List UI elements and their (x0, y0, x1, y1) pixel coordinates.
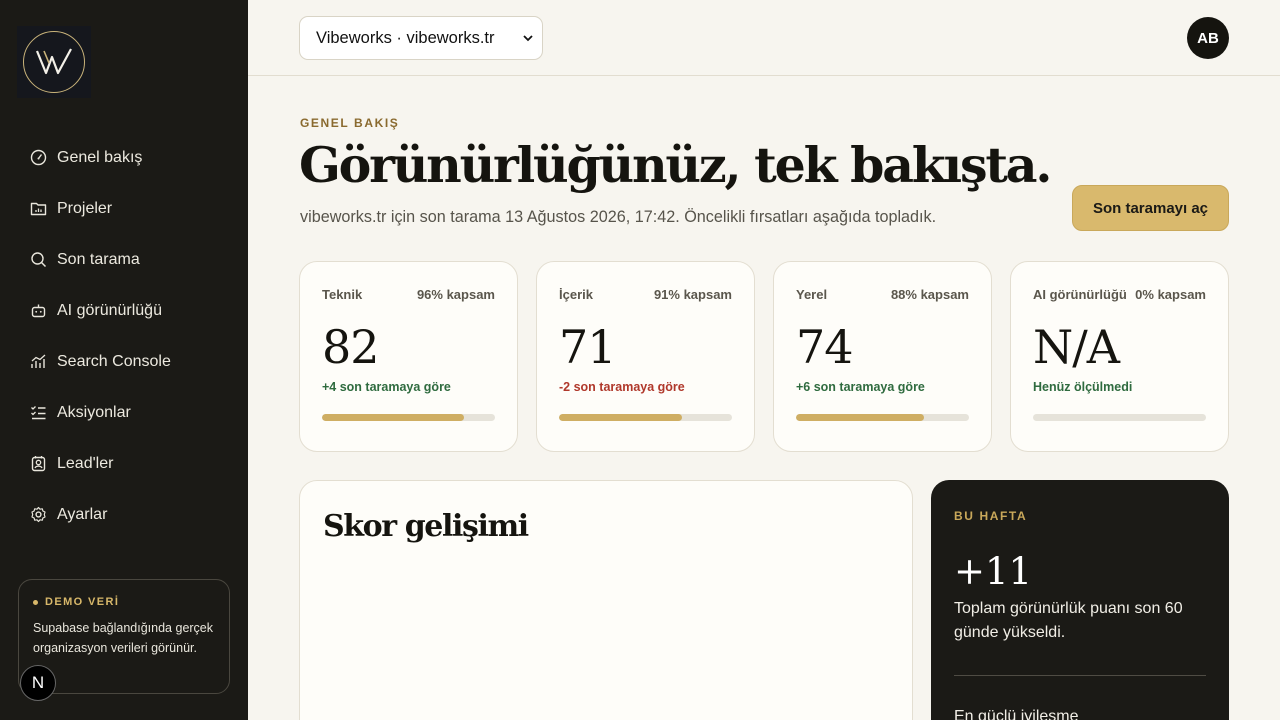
demo-text: Supabase bağlandığında gerçek organizasy… (33, 621, 214, 655)
nav-item-genel-bakis[interactable]: Genel bakış (0, 132, 248, 183)
search-icon (30, 251, 47, 268)
gear-icon (30, 506, 47, 523)
metric-progress-fill (796, 414, 925, 421)
metric-score: 74 (796, 320, 854, 374)
metric-delta: +4 son taramaya göre (322, 380, 451, 394)
framework-badge[interactable]: N (20, 665, 56, 701)
metric-progress-track (1033, 414, 1206, 421)
brand-logo[interactable] (17, 26, 91, 98)
metric-delta: Henüz ölçülmedi (1033, 380, 1133, 394)
this-week-card: BU HAFTA +11 Toplam görünürlük puanı son… (931, 480, 1229, 720)
nav-item-search-console[interactable]: Search Console (0, 336, 248, 387)
week-eyebrow: BU HAFTA (954, 509, 1028, 523)
user-avatar[interactable]: AB (1187, 17, 1229, 59)
metric-card-teknik[interactable]: Teknik 96% kapsam 82 +4 son taramaya gör… (299, 261, 518, 452)
nav-item-projeler[interactable]: Projeler (0, 183, 248, 234)
nav-item-label: AI görünürlüğü (57, 301, 162, 319)
nav-item-leadler[interactable]: Lead'ler (0, 438, 248, 489)
metric-progress-track (796, 414, 969, 421)
page-subtitle: vibeworks.tr için son tarama 13 Ağustos … (300, 208, 937, 226)
nav-item-ai-gorunurlugu[interactable]: AI görünürlüğü (0, 285, 248, 336)
nav-item-aksiyonlar[interactable]: Aksiyonlar (0, 387, 248, 438)
project-select-value: Vibeworks · vibeworks.tr (316, 28, 495, 47)
metric-label: Yerel (796, 287, 828, 302)
dot-icon (33, 599, 38, 605)
nav-item-label: Lead'ler (57, 454, 114, 472)
metric-progress-fill (322, 414, 464, 421)
metric-score: 82 (322, 320, 380, 374)
page-eyebrow: GENEL BAKIŞ (300, 116, 400, 130)
metric-label: Teknik (322, 287, 363, 302)
nav-item-son-tarama[interactable]: Son tarama (0, 234, 248, 285)
metric-card-ai-gorunurlugu[interactable]: AI görünürlüğü 0% kapsam N/A Henüz ölçül… (1010, 261, 1229, 452)
logo-ring (23, 31, 85, 93)
score-trend-card: Skor gelişimi (299, 480, 913, 720)
open-last-scan-button[interactable]: Son taramayı aç (1072, 185, 1229, 231)
nav-item-label: Search Console (57, 352, 171, 370)
sidebar: Genel bakış Projeler Son tarama AI görün… (0, 0, 248, 720)
chart-title: Skor gelişimi (323, 509, 529, 544)
contact-icon (30, 455, 47, 472)
metric-coverage: 96% kapsam (416, 287, 495, 302)
metric-label: İçerik (559, 287, 593, 302)
nav-item-label: Genel bakış (57, 148, 143, 166)
project-select[interactable]: Vibeworks · vibeworks.tr (299, 16, 543, 60)
metric-coverage: 91% kapsam (653, 287, 732, 302)
nav-item-ayarlar[interactable]: Ayarlar (0, 489, 248, 540)
gauge-icon (30, 149, 47, 166)
metric-delta: -2 son taramaya göre (559, 380, 685, 394)
metric-progress-track (322, 414, 495, 421)
week-value: +11 (954, 550, 1033, 593)
list-checks-icon (30, 404, 47, 421)
nav-item-label: Son tarama (57, 250, 140, 268)
page-title: Görünürlüğünüz, tek bakışta. (299, 136, 1052, 194)
sidebar-nav: Genel bakış Projeler Son tarama AI görün… (0, 132, 248, 540)
strongest-improvement-label: En güçlü iyileşme (954, 708, 1079, 720)
metric-progress-fill (559, 414, 682, 421)
metric-delta: +6 son taramaya göre (796, 380, 925, 394)
trend-chart-icon (30, 353, 47, 370)
metric-coverage: 88% kapsam (890, 287, 969, 302)
nav-item-label: Aksiyonlar (57, 403, 131, 421)
metric-card-yerel[interactable]: Yerel 88% kapsam 74 +6 son taramaya göre (773, 261, 992, 452)
chevron-down-icon (523, 35, 533, 42)
metric-label: AI görünürlüğü (1033, 287, 1127, 302)
week-text: Toplam görünürlük puanı son 60 günde yük… (954, 600, 1183, 641)
demo-title: DEMO VERİ (33, 596, 215, 608)
topbar: Vibeworks · vibeworks.tr AB (248, 0, 1280, 76)
bot-icon (30, 302, 47, 319)
metric-score: 71 (559, 320, 617, 374)
metric-score: N/A (1033, 320, 1120, 374)
folder-chart-icon (30, 200, 47, 217)
metric-progress-track (559, 414, 732, 421)
nav-item-label: Projeler (57, 199, 113, 217)
metric-coverage: 0% kapsam (1135, 287, 1206, 302)
vw-monogram-icon (35, 48, 72, 75)
nav-item-label: Ayarlar (57, 505, 108, 523)
metric-card-icerik[interactable]: İçerik 91% kapsam 71 -2 son taramaya gör… (536, 261, 755, 452)
divider (954, 675, 1206, 676)
